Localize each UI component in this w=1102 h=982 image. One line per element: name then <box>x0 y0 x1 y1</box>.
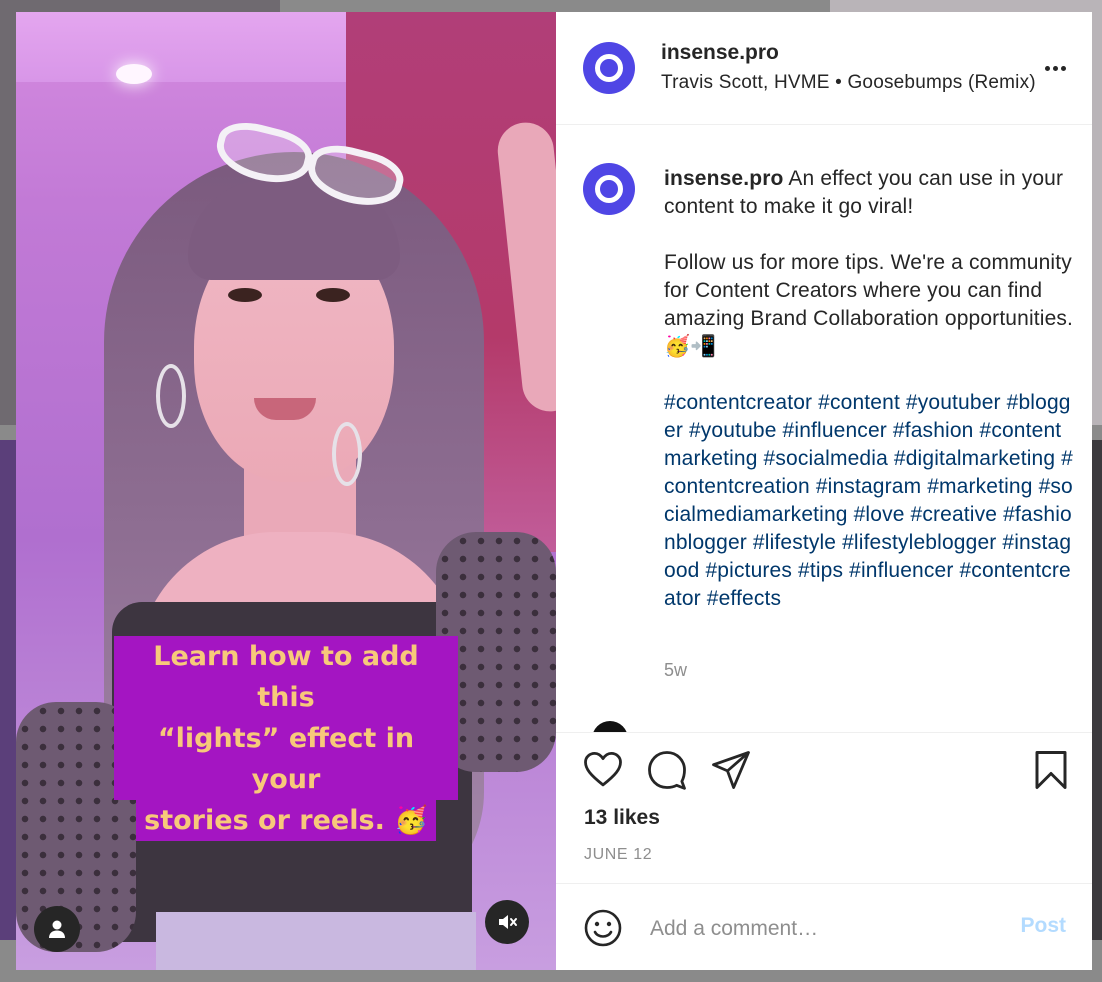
more-icon[interactable] <box>1045 66 1066 71</box>
post-video[interactable]: Learn how to add this “lights” effect in… <box>16 12 556 970</box>
caption-paragraph: Follow us for more tips. We're a communi… <box>664 251 1074 358</box>
caption-username[interactable]: insense.pro <box>664 167 784 190</box>
post-info-panel: insense.pro Travis Scott, HVME • Goosebu… <box>556 12 1092 970</box>
comments-section[interactable]: insense.pro An effect you can use in you… <box>556 125 1092 733</box>
send-icon[interactable] <box>710 749 752 791</box>
comment-avatar[interactable] <box>592 721 628 732</box>
tagged-users-button[interactable] <box>34 906 80 952</box>
hashtags[interactable]: #contentcreator #content #youtuber #blog… <box>664 389 1074 613</box>
post-date[interactable]: JUNE 12 <box>584 846 652 864</box>
header-username[interactable]: insense.pro <box>661 41 779 65</box>
video-caption-line: stories or reels. 🥳 <box>136 800 436 841</box>
video-caption-line: “lights” effect in your <box>114 718 458 800</box>
post-modal: Learn how to add this “lights” effect in… <box>16 12 1092 970</box>
avatar[interactable] <box>583 42 635 94</box>
post-actions: 13 likes JUNE 12 <box>556 733 1092 884</box>
mute-icon <box>499 915 517 929</box>
likes-count[interactable]: 13 likes <box>584 806 660 830</box>
video-caption-line: Learn how to add this <box>114 636 458 718</box>
post-header: insense.pro Travis Scott, HVME • Goosebu… <box>556 12 1092 125</box>
comment-icon[interactable] <box>646 749 688 791</box>
caption-avatar[interactable] <box>583 163 635 215</box>
post-caption: insense.pro An effect you can use in you… <box>664 165 1074 613</box>
emoji-icon[interactable] <box>583 908 623 948</box>
user-icon <box>49 920 65 938</box>
caption-timestamp: 5w <box>664 660 688 680</box>
audio-link[interactable]: Travis Scott, HVME • Goosebumps (Remix) <box>661 72 1036 94</box>
heart-icon[interactable] <box>582 749 624 791</box>
mute-button[interactable] <box>485 900 529 944</box>
add-comment-bar: Post <box>556 884 1092 970</box>
comment-input[interactable] <box>648 908 992 950</box>
post-comment-button[interactable]: Post <box>1020 914 1066 938</box>
bookmark-icon[interactable] <box>1030 749 1072 791</box>
video-caption-overlay: Learn how to add this “lights” effect in… <box>114 636 458 841</box>
